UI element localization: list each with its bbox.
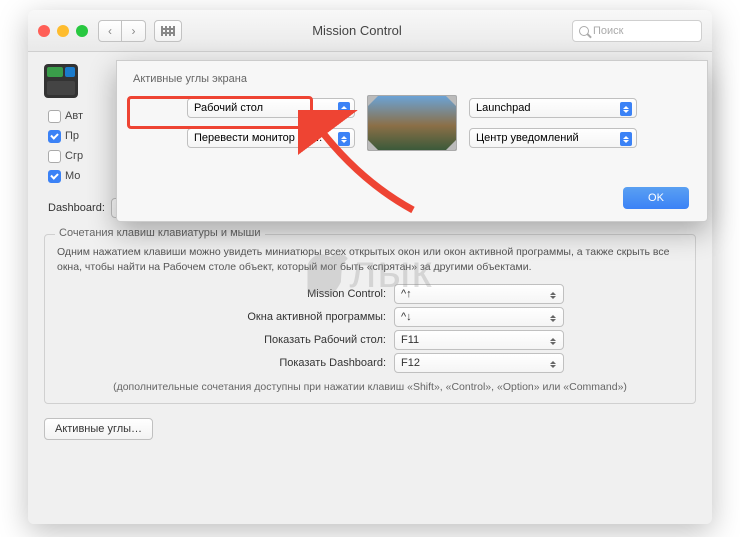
grid-icon <box>161 26 175 36</box>
shortcut-select[interactable]: F12 <box>394 353 564 373</box>
show-all-button[interactable] <box>154 20 182 42</box>
minimize-icon[interactable] <box>57 25 69 37</box>
checkbox-label: Мо <box>65 170 80 182</box>
shortcut-label: Показать Рабочий стол: <box>176 334 386 346</box>
options-checkboxes: Авт Пр Сгр Мо <box>48 106 94 186</box>
corner-top-left-select[interactable]: Рабочий стол <box>187 98 355 118</box>
traffic-lights <box>38 25 88 37</box>
chevron-updown-icon <box>547 288 559 302</box>
keyboard-group: Сочетания клавиш клавиатуры и мыши Одним… <box>44 234 696 404</box>
chevron-updown-icon <box>547 334 559 348</box>
bottom-row: Активные углы… <box>44 418 696 440</box>
checkbox-icon <box>48 170 61 183</box>
group-title: Сочетания клавиш клавиатуры и мыши <box>55 227 265 239</box>
checkbox-icon <box>48 150 61 163</box>
close-icon[interactable] <box>38 25 50 37</box>
corner-bottom-right-select[interactable]: Центр уведомлений <box>469 128 637 148</box>
chevron-updown-icon <box>338 102 350 116</box>
shortcut-row: Окна активной программы: ^↓ <box>57 307 683 327</box>
checkbox-row[interactable]: Авт <box>48 106 94 126</box>
sheet-title: Активные углы экрана <box>133 73 691 85</box>
shortcut-label: Mission Control: <box>176 288 386 300</box>
checkbox-row[interactable]: Пр <box>48 126 94 146</box>
dashboard-label: Dashboard: <box>48 202 105 214</box>
search-placeholder: Поиск <box>593 25 623 37</box>
shortcut-select[interactable]: ^↑ <box>394 284 564 304</box>
corner-indicator-icon <box>368 96 378 106</box>
checkbox-label: Сгр <box>65 150 83 162</box>
forward-button[interactable]: › <box>122 20 146 42</box>
group-footnote: (дополнительные сочетания доступны при н… <box>57 381 683 393</box>
shortcut-label: Окна активной программы: <box>176 311 386 323</box>
nav-buttons: ‹ › <box>98 20 146 42</box>
shortcut-select[interactable]: ^↓ <box>394 307 564 327</box>
corner-bottom-left-select[interactable]: Перевести монитор в р... <box>187 128 355 148</box>
checkbox-icon <box>48 130 61 143</box>
corner-grid: Рабочий стол Перевести монитор в р... La… <box>133 95 691 151</box>
screen-thumbnail <box>367 95 457 151</box>
ok-button[interactable]: OK <box>623 187 689 209</box>
shortcut-row: Mission Control: ^↑ <box>57 284 683 304</box>
shortcut-row: Показать Рабочий стол: F11 <box>57 330 683 350</box>
titlebar: ‹ › Mission Control Поиск <box>28 10 712 52</box>
corner-indicator-icon <box>368 140 378 150</box>
chevron-updown-icon <box>620 102 632 116</box>
chevron-updown-icon <box>620 132 632 146</box>
mission-control-icon <box>44 64 78 98</box>
chevron-updown-icon <box>547 311 559 325</box>
checkbox-label: Пр <box>65 130 79 142</box>
corner-indicator-icon <box>446 140 456 150</box>
shortcut-row: Показать Dashboard: F12 <box>57 353 683 373</box>
hot-corners-button[interactable]: Активные углы… <box>44 418 153 440</box>
search-icon <box>579 26 589 36</box>
corner-top-right-select[interactable]: Launchpad <box>469 98 637 118</box>
group-description: Одним нажатием клавиши можно увидеть мин… <box>57 245 683 274</box>
checkbox-row[interactable]: Сгр <box>48 146 94 166</box>
hot-corners-sheet: Активные углы экрана Рабочий стол Переве… <box>116 60 708 222</box>
back-button[interactable]: ‹ <box>98 20 122 42</box>
chevron-updown-icon <box>547 357 559 371</box>
shortcut-select[interactable]: F11 <box>394 330 564 350</box>
corner-indicator-icon <box>446 96 456 106</box>
chevron-updown-icon <box>338 132 350 146</box>
checkbox-row[interactable]: Мо <box>48 166 94 186</box>
shortcut-label: Показать Dashboard: <box>176 357 386 369</box>
search-input[interactable]: Поиск <box>572 20 702 42</box>
checkbox-label: Авт <box>65 110 83 122</box>
window-title: Mission Control <box>182 23 572 38</box>
zoom-icon[interactable] <box>76 25 88 37</box>
checkbox-icon <box>48 110 61 123</box>
